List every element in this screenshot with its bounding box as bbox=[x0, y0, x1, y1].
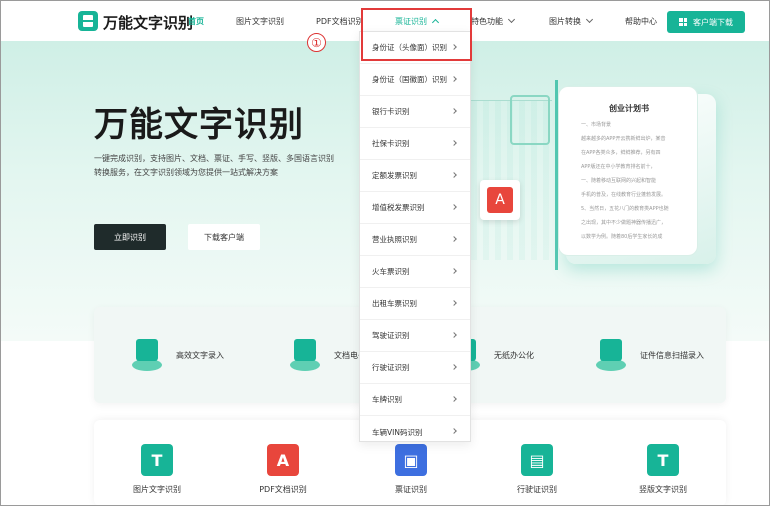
screenshot-border bbox=[0, 0, 770, 506]
